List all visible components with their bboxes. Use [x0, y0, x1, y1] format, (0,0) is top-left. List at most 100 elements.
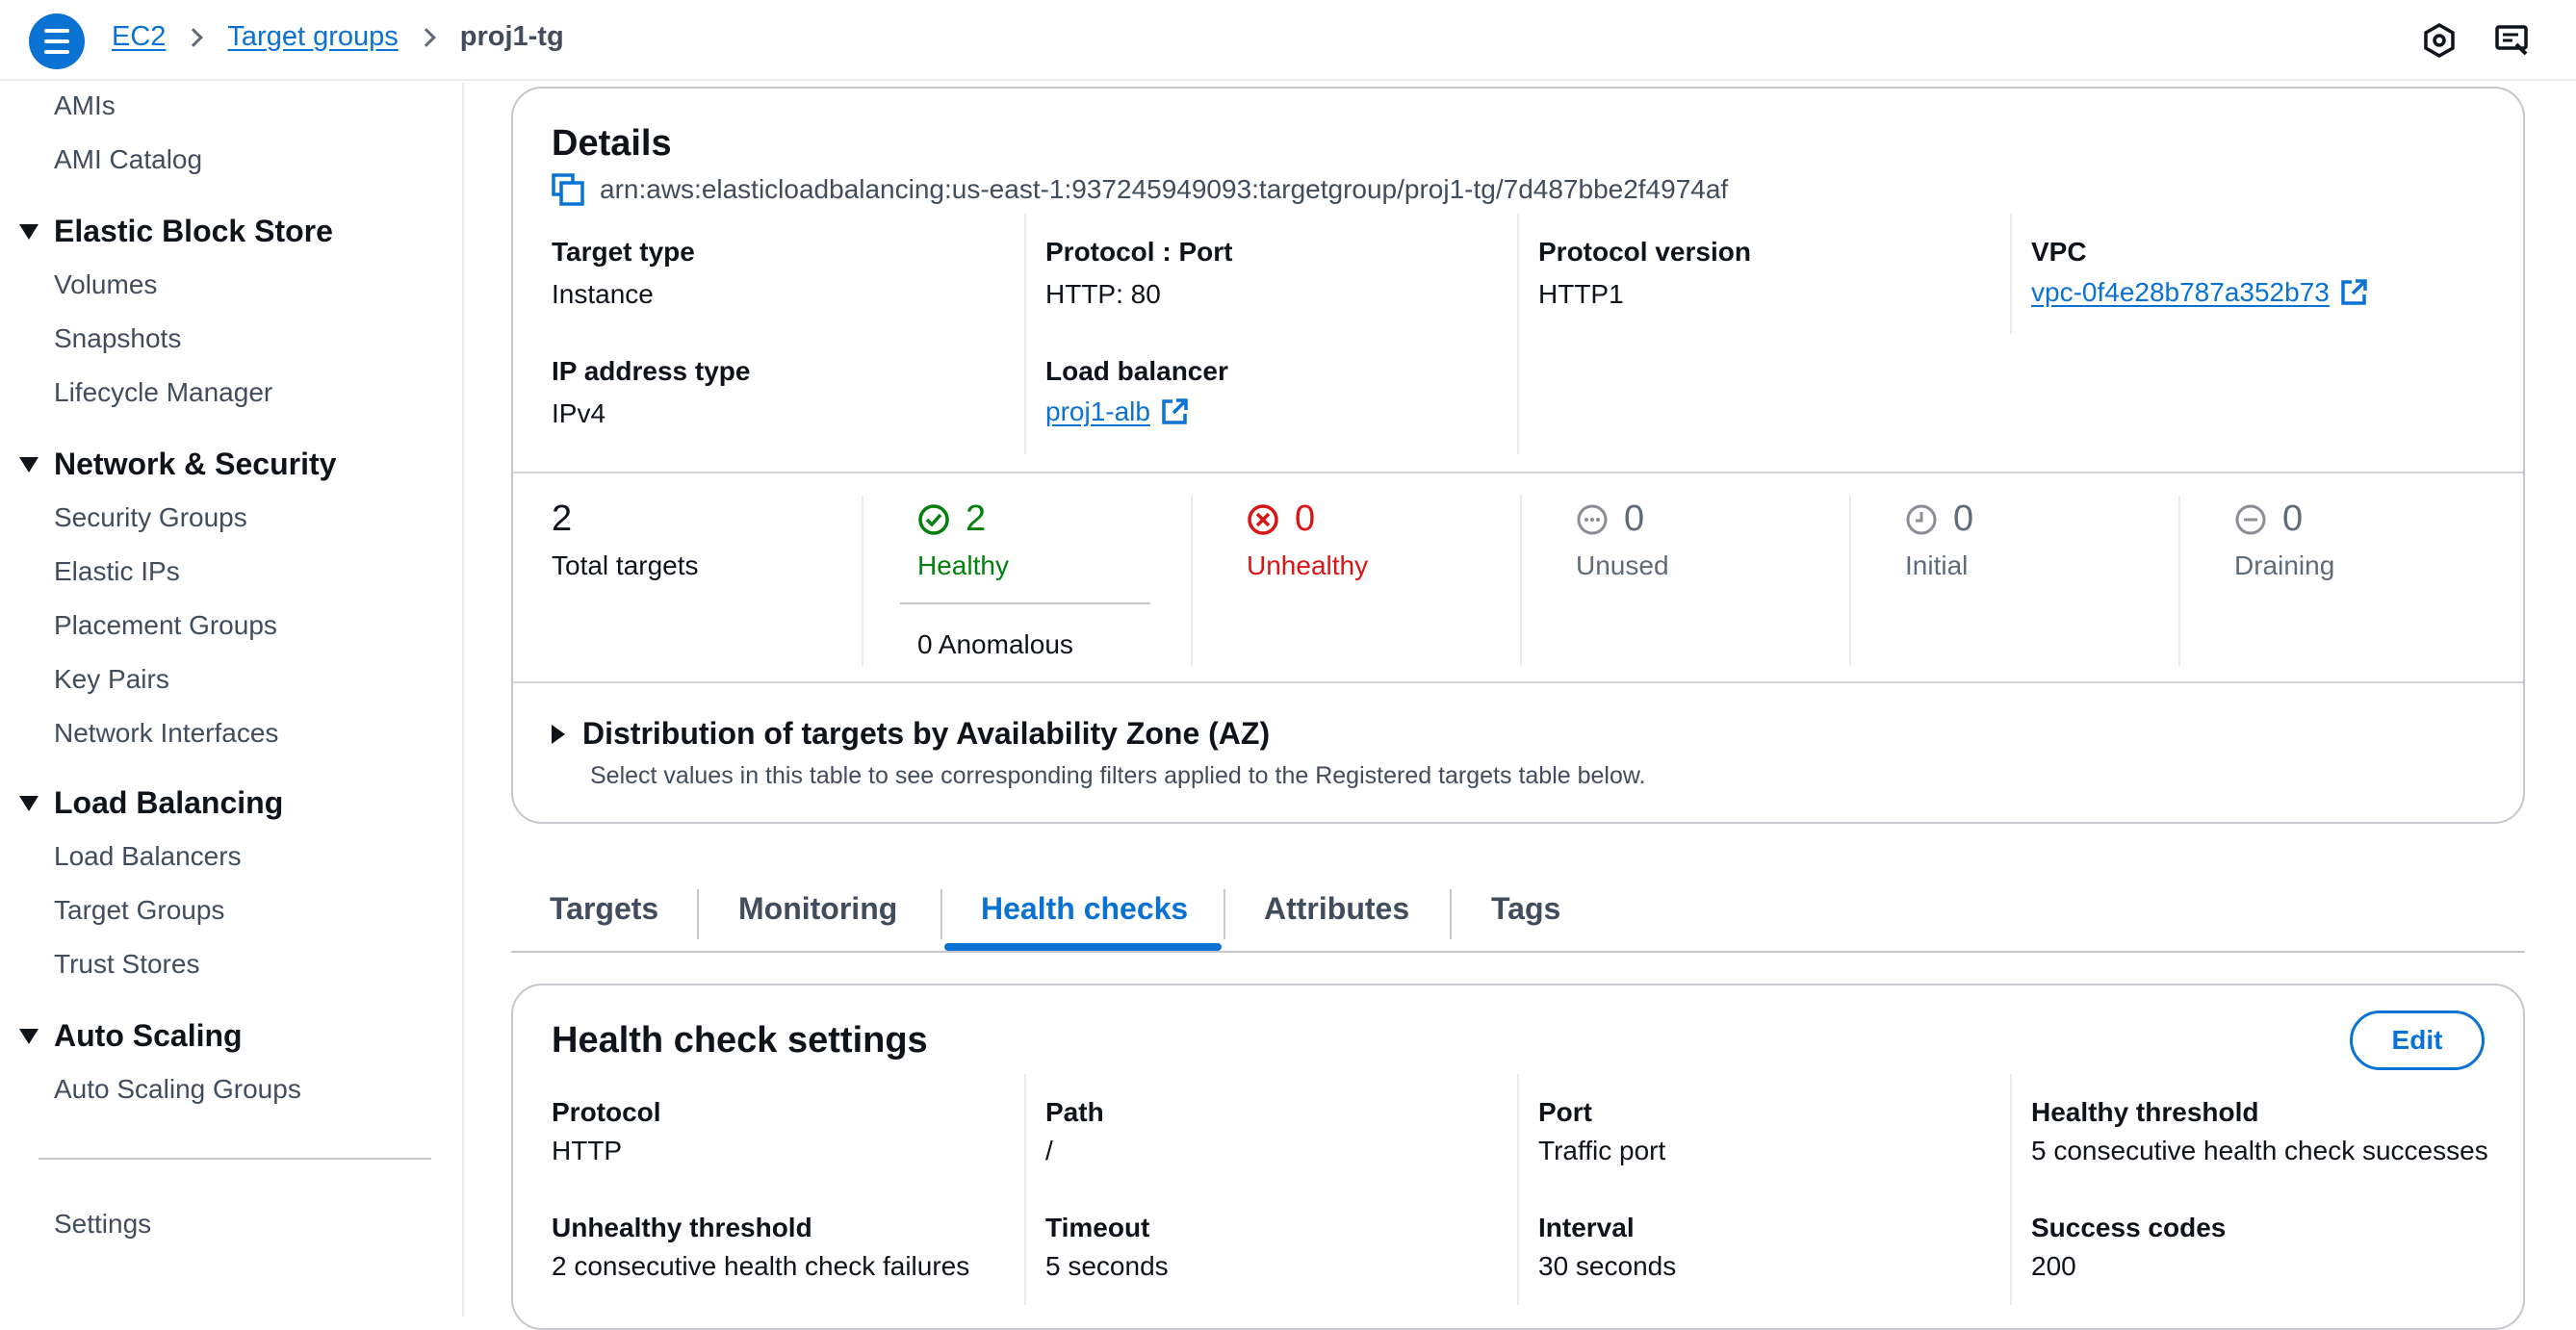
initial-count[interactable]: 0	[1905, 499, 1973, 540]
sidebar-item-security-groups[interactable]: Security Groups	[54, 502, 247, 533]
hc-protocol-label: Protocol	[552, 1097, 661, 1127]
load-balancer-link[interactable]: proj1-alb	[1045, 396, 1189, 427]
breadcrumb-current: proj1-tg	[459, 21, 564, 52]
hc-port-value: Traffic port	[1538, 1136, 1666, 1165]
unhealthy-count[interactable]: 0	[1247, 499, 1315, 540]
sidebar-item-placement-groups[interactable]: Placement Groups	[54, 610, 277, 641]
copy-icon[interactable]	[552, 173, 584, 206]
check-circle-icon	[918, 503, 949, 535]
distribution-toggle[interactable]: Distribution of targets by Availability …	[552, 716, 1270, 752]
divider	[1450, 889, 1452, 939]
breadcrumb-ec2[interactable]: EC2	[112, 21, 166, 53]
tab-tags[interactable]: Tags	[1491, 891, 1560, 927]
unused-label: Unused	[1576, 550, 1669, 580]
anomalous-count[interactable]: 0 Anomalous	[917, 629, 1073, 660]
sidebar-section-network-security[interactable]: Network & Security	[19, 447, 336, 482]
arn-value: arn:aws:elasticloadbalancing:us-east-1:9…	[600, 174, 1729, 204]
hc-interval-value: 30 seconds	[1538, 1251, 1677, 1281]
active-tab-indicator	[944, 943, 1222, 951]
hc-timeout-value: 5 seconds	[1045, 1251, 1169, 1281]
sidebar-item-network-interfaces[interactable]: Network Interfaces	[54, 718, 278, 749]
distribution-subtitle: Select values in this table to see corre…	[590, 762, 1646, 789]
total-targets-count: 2	[552, 499, 573, 539]
hc-unhealthy-threshold-value: 2 consecutive health check failures	[552, 1251, 970, 1281]
hc-interval-label: Interval	[1538, 1213, 1635, 1242]
divider	[1517, 214, 1519, 454]
tab-attributes[interactable]: Attributes	[1264, 891, 1409, 927]
vpc-label: VPC	[2031, 237, 2087, 267]
total-targets-label: Total targets	[552, 550, 699, 580]
sidebar-item-lifecycle-manager[interactable]: Lifecycle Manager	[54, 377, 272, 408]
sidebar-item-target-groups[interactable]: Target Groups	[54, 895, 224, 926]
hc-healthy-threshold-label: Healthy threshold	[2031, 1097, 2259, 1127]
divider	[513, 681, 2523, 683]
sidebar-item-trust-stores[interactable]: Trust Stores	[54, 949, 199, 980]
sidebar-item-auto-scaling-groups[interactable]: Auto Scaling Groups	[54, 1074, 301, 1105]
caret-down-icon	[19, 795, 39, 811]
sidebar-item-snapshots[interactable]: Snapshots	[54, 323, 181, 354]
ip-type-value: IPv4	[552, 398, 606, 428]
hc-protocol-value: HTTP	[552, 1136, 623, 1165]
external-link-icon	[2341, 279, 2367, 305]
health-check-title: Health check settings	[552, 1020, 928, 1061]
tab-targets[interactable]: Targets	[550, 891, 658, 927]
sidebar-item-elastic-ips[interactable]: Elastic IPs	[54, 556, 180, 587]
healthy-label: Healthy	[917, 550, 1009, 580]
protocol-port-value: HTTP: 80	[1045, 279, 1161, 309]
breadcrumb-target-groups[interactable]: Target groups	[227, 21, 398, 53]
chevron-right-icon	[416, 27, 436, 47]
healthy-count[interactable]: 2	[917, 499, 986, 540]
hc-unhealthy-threshold-label: Unhealthy threshold	[552, 1213, 812, 1242]
divider	[1849, 495, 1851, 666]
divider	[862, 495, 863, 666]
draining-label: Draining	[2234, 550, 2335, 580]
details-panel: Details arn:aws:elasticloadbalancing:us-…	[511, 87, 2525, 824]
target-type-value: Instance	[552, 279, 654, 309]
divider	[1024, 1074, 1026, 1305]
top-bar: EC2 Target groups proj1-tg	[0, 0, 2576, 81]
divider	[1024, 214, 1026, 454]
minus-circle-icon	[2235, 504, 2266, 534]
sidebar-section-auto-scaling[interactable]: Auto Scaling	[19, 1018, 243, 1054]
sidebar-divider	[39, 1158, 431, 1160]
ellipsis-circle-icon	[1577, 504, 1608, 534]
protocol-port-label: Protocol : Port	[1045, 237, 1233, 267]
sidebar-item-amis[interactable]: AMIs	[54, 90, 116, 121]
load-balancer-label: Load balancer	[1045, 356, 1228, 386]
divider	[900, 602, 1150, 604]
draining-count[interactable]: 0	[2234, 499, 2303, 540]
details-title: Details	[552, 123, 672, 164]
chevron-right-icon	[184, 27, 204, 47]
divider	[1191, 495, 1193, 666]
divider	[940, 889, 942, 939]
ip-type-label: IP address type	[552, 356, 751, 386]
sidebar-item-settings[interactable]: Settings	[54, 1209, 151, 1240]
edit-button[interactable]: Edit	[2350, 1010, 2485, 1070]
hc-path-value: /	[1045, 1136, 1053, 1165]
sidebar-section-load-balancing[interactable]: Load Balancing	[19, 785, 283, 821]
divider	[2010, 214, 2012, 334]
sidebar-section-ebs[interactable]: Elastic Block Store	[19, 214, 333, 249]
divider	[1520, 495, 1522, 666]
sidebar-item-key-pairs[interactable]: Key Pairs	[54, 664, 169, 695]
tab-health-checks[interactable]: Health checks	[981, 891, 1188, 927]
initial-label: Initial	[1905, 550, 1969, 580]
vpc-link[interactable]: vpc-0f4e28b787a352b73	[2031, 277, 2368, 308]
divider	[2178, 495, 2180, 666]
health-check-panel: Health check settings Edit Protocol HTTP…	[511, 984, 2525, 1330]
tab-bar: Targets Monitoring Health checks Attribu…	[511, 876, 2525, 953]
unused-count[interactable]: 0	[1576, 499, 1644, 540]
notifications-icon[interactable]	[2418, 19, 2460, 62]
clock-icon	[1906, 504, 1937, 534]
error-circle-icon	[1248, 503, 1278, 535]
sidebar-item-ami-catalog[interactable]: AMI Catalog	[54, 144, 202, 175]
menu-icon[interactable]	[29, 13, 85, 69]
hc-success-codes-value: 200	[2031, 1251, 2076, 1281]
arn-row: arn:aws:elasticloadbalancing:us-east-1:9…	[552, 173, 1728, 206]
sidebar-item-load-balancers[interactable]: Load Balancers	[54, 841, 242, 872]
tab-monitoring[interactable]: Monitoring	[738, 891, 897, 927]
sidebar-item-volumes[interactable]: Volumes	[54, 269, 157, 300]
protocol-version-label: Protocol version	[1538, 237, 1751, 267]
target-type-label: Target type	[552, 237, 695, 267]
display-settings-icon[interactable]	[2491, 19, 2534, 62]
